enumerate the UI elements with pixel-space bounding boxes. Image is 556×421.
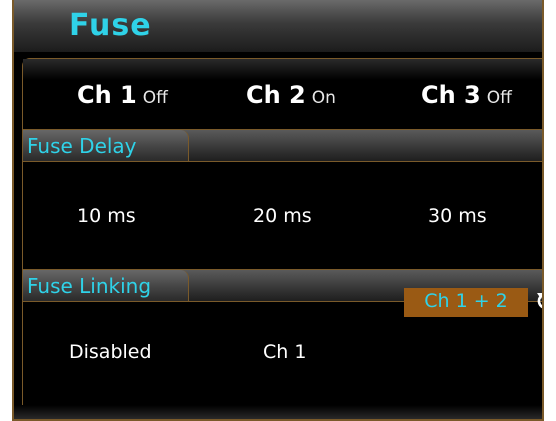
channel-3-header[interactable]: Ch 3 Off	[421, 81, 512, 109]
fuse-linking-selected-label: Ch 1 + 2	[424, 290, 508, 312]
fuse-delay-ch1[interactable]: 10 ms	[77, 205, 136, 227]
fuse-linking-label: Fuse Linking	[27, 274, 152, 298]
fuse-linking-selected[interactable]: Ch 1 + 2	[404, 288, 528, 317]
cycle-icon[interactable]	[536, 290, 544, 312]
title-bar: Fuse	[14, 0, 542, 52]
channel-3-state: Off	[486, 88, 512, 108]
channel-2-label: Ch 2	[246, 81, 306, 109]
fuse-delay-header: Fuse Delay	[23, 129, 542, 162]
fuse-linking-option-disabled[interactable]: Disabled	[69, 341, 152, 363]
fuse-panel: Ch 1 Off Ch 2 On Ch 3 Off Fuse Delay 10 ms …	[22, 58, 542, 419]
page-title: Fuse	[69, 8, 152, 43]
channel-1-label: Ch 1	[77, 81, 137, 109]
channel-3-label: Ch 3	[421, 81, 481, 109]
bottom-strip	[14, 405, 542, 419]
channel-2-header[interactable]: Ch 2 On	[246, 81, 336, 109]
fuse-linking-option-ch1[interactable]: Ch 1	[263, 341, 306, 363]
channel-1-state: Off	[142, 88, 168, 108]
channel-1-header[interactable]: Ch 1 Off	[77, 81, 168, 109]
fuse-delay-label: Fuse Delay	[27, 134, 137, 158]
channel-row: Ch 1 Off Ch 2 On Ch 3 Off	[23, 59, 542, 129]
channel-2-state: On	[311, 88, 336, 108]
fuse-delay-ch2[interactable]: 20 ms	[253, 205, 312, 227]
fuse-delay-ch3[interactable]: 30 ms	[428, 205, 487, 227]
fuse-window: Fuse Ch 1 Off Ch 2 On Ch 3 Off Fuse Delay 1…	[12, 0, 544, 421]
